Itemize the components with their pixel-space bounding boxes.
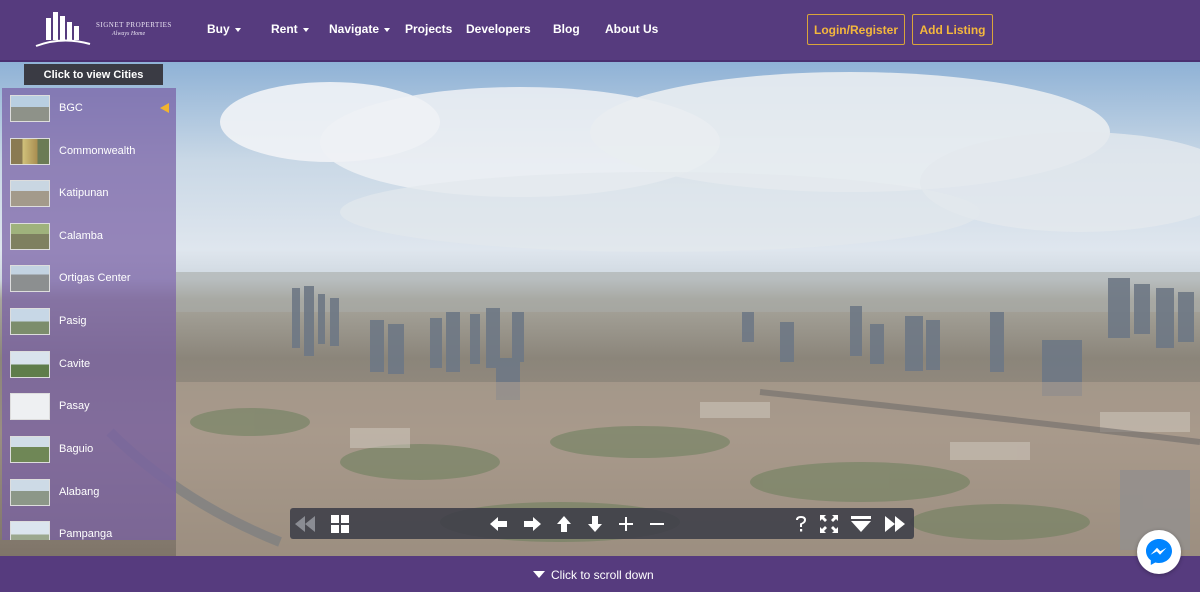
panorama-controlbar xyxy=(290,508,914,539)
city-name: Cavite xyxy=(59,358,91,370)
city-thumbnail xyxy=(10,479,50,506)
pan-right-icon[interactable] xyxy=(519,511,545,536)
cities-panel: BGC Commonwealth Katipunan Calamba Ortig… xyxy=(2,88,176,540)
scroll-footer: Click to scroll down xyxy=(0,556,1200,592)
hide-controls-icon[interactable] xyxy=(848,511,874,536)
help-icon[interactable] xyxy=(788,511,814,536)
city-name: Alabang xyxy=(59,486,100,498)
nav-buy[interactable]: Buy xyxy=(207,22,241,36)
city-item-pampanga[interactable]: Pampanga xyxy=(2,514,176,540)
zoom-out-icon[interactable] xyxy=(644,511,670,536)
city-item-ortigas-center[interactable]: Ortigas Center xyxy=(2,258,176,300)
zoom-in-icon[interactable] xyxy=(613,511,639,536)
login-register-button[interactable]: Login/Register xyxy=(807,14,905,45)
view-cities-toggle[interactable]: Click to view Cities xyxy=(24,64,163,85)
skyline-logo-icon xyxy=(35,12,91,47)
thumbnails-icon[interactable] xyxy=(327,511,353,536)
brand-tagline: Always Home xyxy=(112,31,146,37)
previous-scene-icon[interactable] xyxy=(292,511,318,536)
nav-projects[interactable]: Projects xyxy=(405,22,452,36)
city-name: Pasay xyxy=(59,400,90,412)
pan-left-icon[interactable] xyxy=(486,511,512,536)
pan-up-icon[interactable] xyxy=(551,511,577,536)
add-listing-button[interactable]: Add Listing xyxy=(912,14,993,45)
city-item-alabang[interactable]: Alabang xyxy=(2,472,176,514)
city-item-calamba[interactable]: Calamba xyxy=(2,216,176,258)
city-thumbnail xyxy=(10,308,50,335)
nav-blog[interactable]: Blog xyxy=(553,22,580,36)
messenger-chat-button[interactable] xyxy=(1137,530,1181,574)
city-name: Katipunan xyxy=(59,187,109,199)
nav-navigate[interactable]: Navigate xyxy=(329,22,391,36)
scroll-down-link[interactable]: Click to scroll down xyxy=(533,568,654,582)
city-thumbnail xyxy=(10,180,50,207)
city-name: Baguio xyxy=(59,443,94,455)
city-skyline-image xyxy=(106,72,1200,556)
city-thumbnail xyxy=(10,265,50,292)
nav-navigate-label: Navigate xyxy=(329,22,380,36)
city-name: Commonwealth xyxy=(59,145,136,157)
brand-name: SIGNET PROPERTIES xyxy=(96,21,172,29)
city-item-bgc[interactable]: BGC xyxy=(2,88,176,130)
city-item-commonwealth[interactable]: Commonwealth xyxy=(2,131,176,173)
city-thumbnail xyxy=(10,351,50,378)
city-thumbnail xyxy=(10,223,50,250)
fullscreen-icon[interactable] xyxy=(816,511,842,536)
nav-developers[interactable]: Developers xyxy=(466,22,531,36)
chevron-down-icon xyxy=(384,27,391,32)
city-thumbnail xyxy=(10,436,50,463)
panorama-viewer[interactable] xyxy=(0,62,1200,556)
nav-rent[interactable]: Rent xyxy=(271,22,309,36)
chevron-down-icon xyxy=(234,27,241,32)
pan-down-icon[interactable] xyxy=(582,511,608,536)
city-thumbnail xyxy=(10,521,50,540)
city-name: Pampanga xyxy=(59,528,113,540)
city-item-pasay[interactable]: Pasay xyxy=(2,386,176,428)
arrow-down-icon xyxy=(533,571,545,578)
city-item-baguio[interactable]: Baguio xyxy=(2,429,176,471)
scroll-down-label: Click to scroll down xyxy=(551,568,654,582)
city-name: BGC xyxy=(59,102,83,114)
active-arrow-icon xyxy=(160,103,169,113)
city-thumbnail xyxy=(10,393,50,420)
next-scene-icon[interactable] xyxy=(882,511,908,536)
nav-about-us[interactable]: About Us xyxy=(605,22,658,36)
city-item-pasig[interactable]: Pasig xyxy=(2,301,176,343)
city-name: Pasig xyxy=(59,315,87,327)
city-name: Calamba xyxy=(59,230,104,242)
nav-rent-label: Rent xyxy=(271,22,298,36)
brand-logo[interactable]: SIGNET PROPERTIES Always Home xyxy=(32,8,172,48)
city-name: Ortigas Center xyxy=(59,272,131,284)
site-header: SIGNET PROPERTIES Always Home Buy Rent N… xyxy=(0,0,1200,62)
nav-buy-label: Buy xyxy=(207,22,230,36)
city-thumbnail xyxy=(10,95,50,122)
city-thumbnail xyxy=(10,138,50,165)
city-item-katipunan[interactable]: Katipunan xyxy=(2,173,176,215)
messenger-icon xyxy=(1146,539,1172,565)
city-item-cavite[interactable]: Cavite xyxy=(2,344,176,386)
chevron-down-icon xyxy=(302,27,309,32)
